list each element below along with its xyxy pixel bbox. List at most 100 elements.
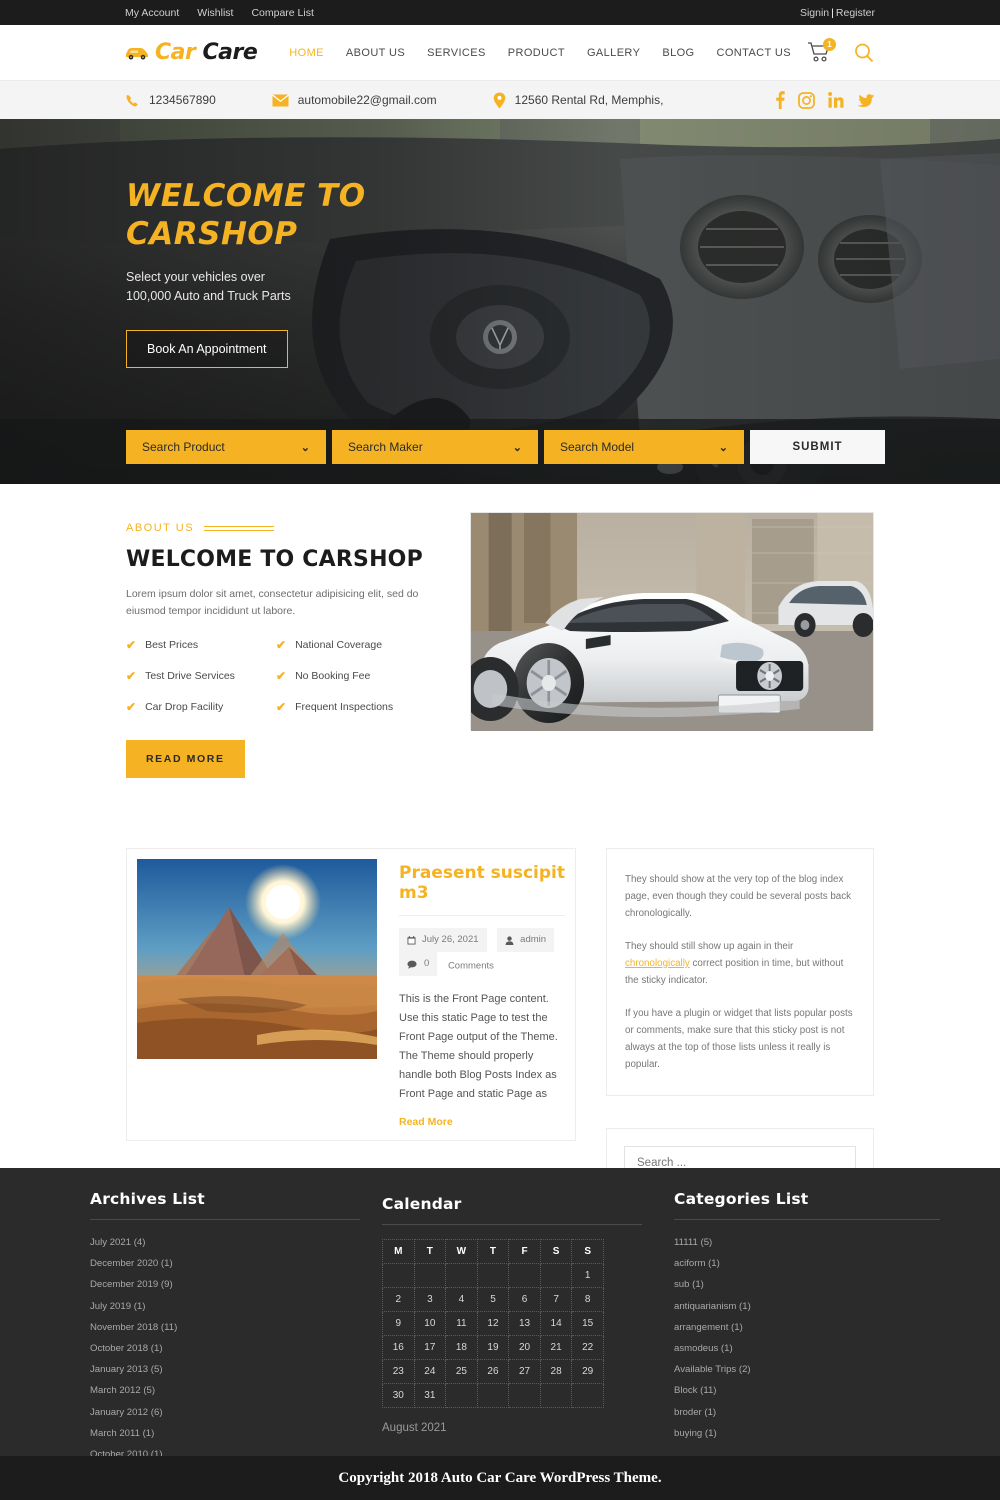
calendar-day[interactable]: 2 bbox=[382, 1287, 415, 1312]
category-item[interactable]: antiquarianism (1) bbox=[674, 1296, 940, 1317]
calendar-day[interactable]: 19 bbox=[476, 1335, 510, 1360]
feature-item: ✔ National Coverage bbox=[276, 638, 426, 652]
archive-item[interactable]: July 2021 (4) bbox=[90, 1232, 360, 1253]
calendar-day[interactable]: 24 bbox=[413, 1359, 447, 1384]
feature-item: ✔ Car Drop Facility bbox=[126, 700, 276, 714]
archive-item[interactable]: March 2012 (5) bbox=[90, 1380, 360, 1401]
nav-item-services[interactable]: SERVICES bbox=[427, 47, 486, 59]
category-item[interactable]: aciform (1) bbox=[674, 1253, 940, 1274]
chronologically-link[interactable]: chronologically bbox=[625, 958, 690, 969]
calendar-day[interactable]: 8 bbox=[571, 1287, 604, 1312]
contact-address[interactable]: 12560 Rental Rd, Memphis, bbox=[493, 92, 663, 109]
calendar-day bbox=[445, 1263, 478, 1288]
calendar-day[interactable]: 3 bbox=[413, 1287, 447, 1312]
top-utility-links: My Account Wishlist Compare List bbox=[125, 7, 314, 19]
sticky-note-paragraph-3: If you have a plugin or widget that list… bbox=[625, 1008, 853, 1070]
nav-item-blog[interactable]: BLOG bbox=[662, 47, 694, 59]
check-icon: ✔ bbox=[126, 638, 137, 652]
link-register[interactable]: Register bbox=[836, 7, 875, 19]
category-item[interactable]: Block (11) bbox=[674, 1380, 940, 1401]
calendar-day[interactable]: 5 bbox=[476, 1287, 510, 1312]
instagram-icon[interactable] bbox=[798, 91, 815, 109]
link-my-account[interactable]: My Account bbox=[125, 7, 179, 19]
archive-item[interactable]: July 2019 (1) bbox=[90, 1296, 360, 1317]
comment-icon bbox=[407, 960, 418, 969]
about-feature-list: ✔ Best Prices ✔ National Coverage ✔ Test Dr… bbox=[126, 638, 426, 714]
calendar-day[interactable]: 13 bbox=[508, 1311, 541, 1336]
nav-item-home[interactable]: HOME bbox=[289, 47, 324, 59]
category-item[interactable]: arrangement (1) bbox=[674, 1317, 940, 1338]
category-item[interactable]: buying (1) bbox=[674, 1423, 940, 1444]
calendar-day[interactable]: 6 bbox=[508, 1287, 541, 1312]
calendar-day[interactable]: 11 bbox=[445, 1311, 478, 1336]
archive-item[interactable]: October 2018 (1) bbox=[90, 1338, 360, 1359]
calendar-week-row: 1 bbox=[382, 1263, 604, 1288]
calendar-day[interactable]: 15 bbox=[571, 1311, 604, 1336]
calendar-day[interactable]: 1 bbox=[571, 1263, 604, 1288]
calendar-day[interactable]: 30 bbox=[382, 1383, 415, 1408]
nav-item-contact-us[interactable]: CONTACT US bbox=[717, 47, 792, 59]
calendar-day[interactable]: 25 bbox=[445, 1359, 478, 1384]
calendar-day[interactable]: 12 bbox=[476, 1311, 510, 1336]
archive-item[interactable]: December 2019 (9) bbox=[90, 1274, 360, 1295]
category-item[interactable]: sub (1) bbox=[674, 1274, 940, 1295]
calendar-day[interactable]: 7 bbox=[539, 1287, 573, 1312]
link-signin[interactable]: Signin bbox=[800, 7, 829, 19]
category-item[interactable]: asmodeus (1) bbox=[674, 1338, 940, 1359]
archive-item[interactable]: December 2020 (1) bbox=[90, 1253, 360, 1274]
envelope-icon bbox=[271, 94, 289, 107]
calendar-day[interactable]: 27 bbox=[508, 1359, 541, 1384]
calendar-day[interactable]: 10 bbox=[413, 1311, 447, 1336]
nav-item-gallery[interactable]: GALLERY bbox=[587, 47, 640, 59]
contact-phone[interactable]: 1234567890 bbox=[125, 93, 216, 108]
nav-item-about-us[interactable]: ABOUT US bbox=[346, 47, 405, 59]
nav-item-product[interactable]: PRODUCT bbox=[508, 47, 565, 59]
archive-item[interactable]: January 2013 (5) bbox=[90, 1359, 360, 1380]
calendar-day[interactable]: 16 bbox=[382, 1335, 415, 1360]
post-read-more-link[interactable]: Read More bbox=[399, 1116, 453, 1128]
weekday-header: F bbox=[508, 1239, 541, 1264]
calendar-day[interactable]: 26 bbox=[476, 1359, 510, 1384]
calendar-day[interactable]: 29 bbox=[571, 1359, 604, 1384]
book-appointment-button[interactable]: Book An Appointment bbox=[126, 330, 288, 368]
category-item[interactable]: Available Trips (2) bbox=[674, 1359, 940, 1380]
calendar-day[interactable]: 18 bbox=[445, 1335, 478, 1360]
link-compare-list[interactable]: Compare List bbox=[251, 7, 313, 19]
calendar-day[interactable]: 31 bbox=[413, 1383, 447, 1408]
calendar-day[interactable]: 23 bbox=[382, 1359, 415, 1384]
check-icon: ✔ bbox=[276, 669, 287, 683]
contact-email[interactable]: automobile22@gmail.com bbox=[271, 93, 437, 107]
search-icon[interactable] bbox=[853, 42, 875, 64]
search-maker-select[interactable]: Search Maker ⌄ bbox=[332, 430, 538, 464]
social-links bbox=[775, 91, 875, 109]
calendar-day[interactable]: 20 bbox=[508, 1335, 541, 1360]
link-wishlist[interactable]: Wishlist bbox=[197, 7, 233, 19]
site-logo[interactable]: Car Care bbox=[125, 40, 258, 65]
check-icon: ✔ bbox=[276, 638, 287, 652]
about-read-more-button[interactable]: READ MORE bbox=[126, 740, 245, 778]
facebook-icon[interactable] bbox=[775, 91, 785, 109]
category-item[interactable]: 11111 (5) bbox=[674, 1232, 940, 1253]
archive-item[interactable]: March 2011 (1) bbox=[90, 1423, 360, 1444]
twitter-icon[interactable] bbox=[857, 93, 875, 108]
calendar-day[interactable]: 21 bbox=[539, 1335, 573, 1360]
archive-item[interactable]: November 2018 (11) bbox=[90, 1317, 360, 1338]
category-item[interactable]: broder (1) bbox=[674, 1402, 940, 1423]
calendar-day[interactable]: 14 bbox=[539, 1311, 573, 1336]
post-thumbnail[interactable] bbox=[137, 859, 377, 1059]
calendar-day[interactable]: 28 bbox=[539, 1359, 573, 1384]
calendar-day[interactable]: 9 bbox=[382, 1311, 415, 1336]
calendar-day[interactable]: 4 bbox=[445, 1287, 478, 1312]
cart-button[interactable]: 1 bbox=[807, 37, 836, 65]
post-title[interactable]: Praesent suscipit m3 bbox=[399, 863, 565, 903]
calendar-day[interactable]: 17 bbox=[413, 1335, 447, 1360]
search-product-select[interactable]: Search Product ⌄ bbox=[126, 430, 326, 464]
linkedin-icon[interactable] bbox=[828, 92, 844, 108]
search-maker-label: Search Maker bbox=[348, 440, 423, 454]
calendar-day[interactable]: 22 bbox=[571, 1335, 604, 1360]
post-divider bbox=[399, 915, 565, 916]
archive-item[interactable]: January 2012 (6) bbox=[90, 1402, 360, 1423]
search-model-select[interactable]: Search Model ⌄ bbox=[544, 430, 744, 464]
search-submit-button[interactable]: SUBMIT bbox=[750, 430, 885, 464]
post-author-chip: admin bbox=[497, 928, 555, 952]
